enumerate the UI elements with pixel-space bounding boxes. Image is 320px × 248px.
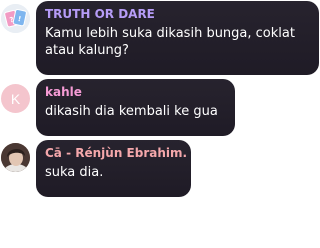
- avatar[interactable]: [1, 143, 30, 172]
- chat-message-list: ? ! TRUTH OR DARE Kamu lebih suka dikasi…: [0, 0, 320, 248]
- message-text: dikasih dia kembali ke gua: [45, 104, 218, 119]
- sender-name[interactable]: Cā - Rénjùn Ebrahim.: [45, 146, 187, 161]
- message-bubble[interactable]: kahle dikasih dia kembali ke gua: [36, 79, 235, 136]
- message-text: suka dia.: [45, 165, 104, 180]
- message-text: Kamu lebih suka dikasih bunga, coklat at…: [45, 26, 295, 58]
- user-photo-avatar: [1, 143, 30, 172]
- playing-cards-icon: ? !: [1, 4, 30, 33]
- avatar-initial: K: [10, 90, 21, 107]
- message-bubble[interactable]: TRUTH OR DARE Kamu lebih suka dikasih bu…: [36, 1, 319, 75]
- avatar[interactable]: K: [1, 84, 30, 113]
- avatar[interactable]: ? !: [1, 4, 30, 33]
- sender-name[interactable]: TRUTH OR DARE: [45, 7, 310, 22]
- message-bubble[interactable]: Cā - Rénjùn Ebrahim. suka dia.: [36, 140, 191, 197]
- sender-name[interactable]: kahle: [45, 85, 226, 100]
